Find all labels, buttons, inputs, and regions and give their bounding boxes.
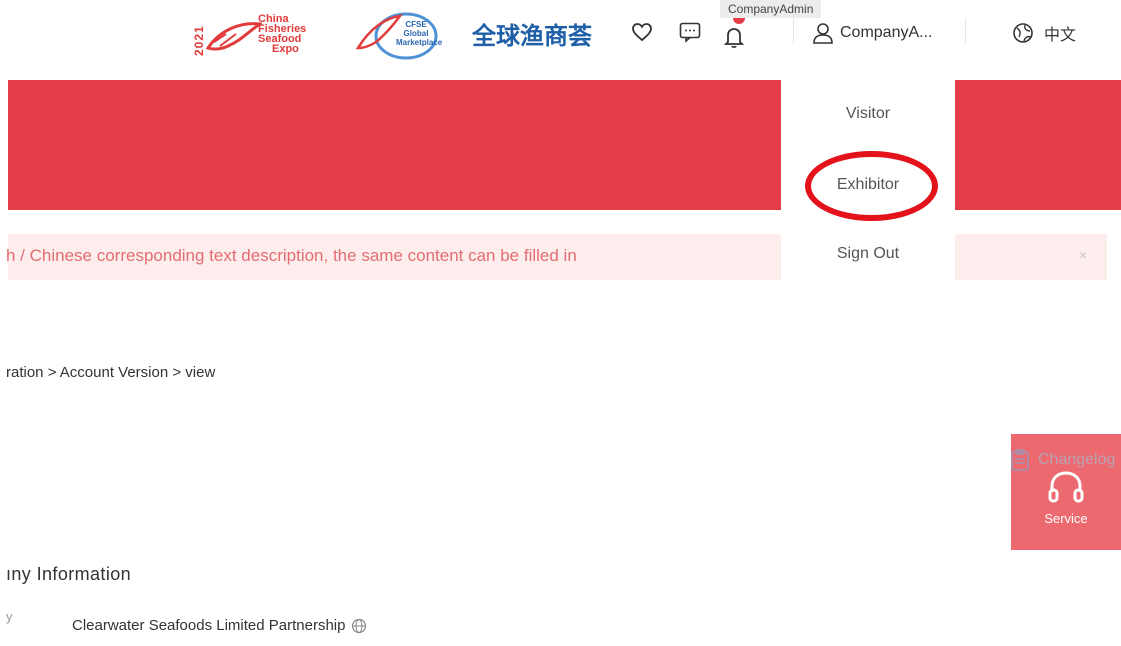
expo-logo[interactable]: 2021 China Fisheries Seafood Expo: [192, 12, 322, 58]
field-label: y: [6, 609, 13, 624]
cn-brand-logo[interactable]: 全球渔商荟: [472, 16, 592, 51]
menu-item-sign-out[interactable]: Sign Out: [781, 245, 955, 263]
cfse-logo[interactable]: CFSE Global Marketplace: [355, 6, 443, 62]
user-name: CompanyA...: [840, 24, 933, 41]
language-switch[interactable]: 中文: [1012, 20, 1076, 46]
chat-icon[interactable]: [678, 20, 702, 44]
header-divider: [793, 18, 794, 44]
language-label: 中文: [1044, 27, 1077, 44]
expo-logo-line4: Expo: [272, 43, 299, 55]
cfse-logo-line3: Marketplace: [396, 38, 443, 47]
header-divider: [965, 18, 966, 44]
user-icon: [813, 23, 833, 44]
headset-icon: [1048, 471, 1084, 503]
hero-banner: [8, 80, 781, 210]
breadcrumb: ration > Account Version > view: [6, 364, 216, 381]
globe-icon: [1013, 23, 1033, 43]
globe-icon[interactable]: [351, 618, 367, 634]
heart-icon[interactable]: [630, 20, 654, 44]
hero-banner-right: [955, 80, 1121, 210]
cfse-logo-line1: CFSE: [405, 20, 427, 29]
changelog-link[interactable]: Changelog: [1010, 449, 1115, 471]
user-menu-trigger[interactable]: CompanyA...: [812, 20, 932, 46]
company-name-value: Clearwater Seafoods Limited Partnership: [72, 617, 367, 634]
service-label: Service: [1044, 511, 1088, 526]
highlight-circle-annotation: [805, 151, 938, 221]
company-name-text: Clearwater Seafoods Limited Partnership: [72, 617, 346, 634]
clipboard-icon: [1011, 449, 1029, 471]
fish-logo-icon: [206, 22, 262, 51]
menu-item-visitor[interactable]: Visitor: [781, 105, 955, 123]
notice-bar-right: ×: [955, 234, 1107, 280]
notice-bar: h / Chinese corresponding text descripti…: [6, 234, 781, 280]
notice-text: h / Chinese corresponding text descripti…: [6, 246, 577, 265]
close-icon[interactable]: ×: [1079, 247, 1087, 263]
section-title: ıny Information: [6, 564, 132, 584]
user-tooltip: CompanyAdmin: [720, 0, 822, 18]
expo-logo-year: 2021: [192, 25, 206, 56]
cfse-logo-line2: Global: [403, 29, 429, 38]
bell-icon[interactable]: [722, 24, 746, 48]
changelog-label: Changelog: [1038, 451, 1116, 468]
